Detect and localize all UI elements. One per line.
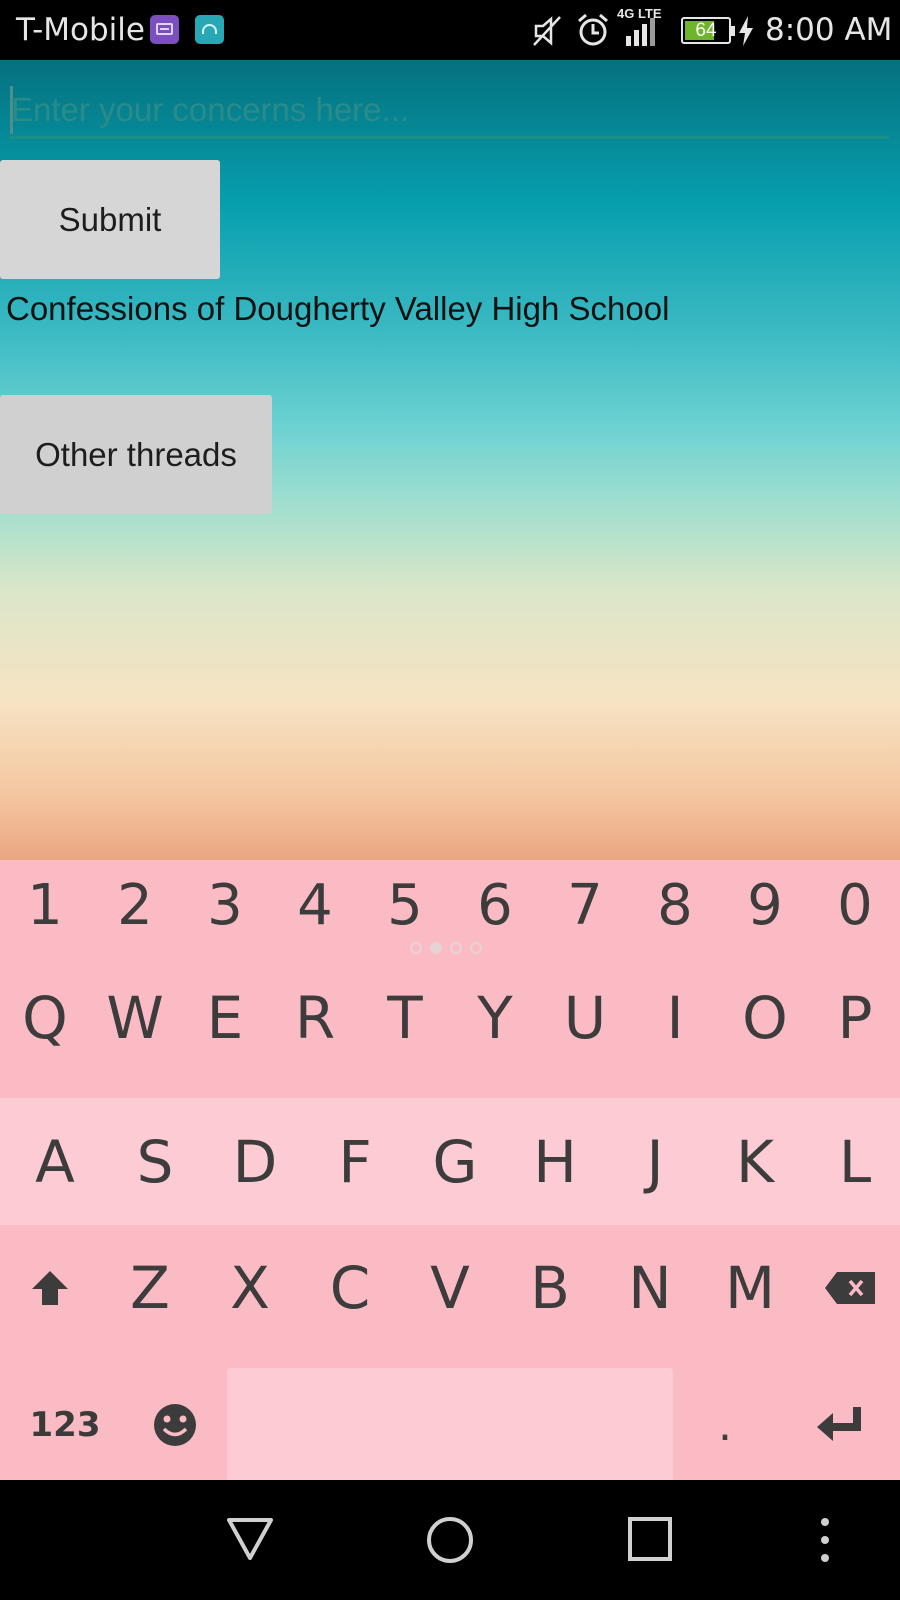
key-t[interactable]: T	[360, 958, 450, 1078]
signal-icon	[626, 18, 655, 46]
recents-icon[interactable]	[626, 1515, 674, 1563]
period-key[interactable]: .	[685, 1370, 765, 1480]
status-bar: T-Mobile 4G LTE 64 8:00 AM	[0, 0, 900, 60]
back-icon[interactable]	[225, 1514, 275, 1564]
key-b[interactable]: B	[500, 1225, 600, 1350]
key-i[interactable]: I	[630, 958, 720, 1078]
app-content: Submit Confessions of Dougherty Valley H…	[0, 60, 900, 860]
key-h[interactable]: H	[505, 1098, 605, 1225]
key-a[interactable]: A	[5, 1098, 105, 1225]
key-6[interactable]: 6	[450, 860, 540, 950]
key-y[interactable]: Y	[450, 958, 540, 1078]
key-z[interactable]: Z	[100, 1225, 200, 1350]
key-m[interactable]: M	[700, 1225, 800, 1350]
page-title: Confessions of Dougherty Valley High Sch…	[6, 290, 670, 327]
key-5[interactable]: 5	[360, 860, 450, 950]
key-9[interactable]: 9	[720, 860, 810, 950]
space-key[interactable]	[227, 1368, 673, 1486]
keyboard-page-indicator	[410, 942, 482, 956]
key-q[interactable]: Q	[0, 958, 90, 1078]
enter-key[interactable]	[795, 1370, 885, 1480]
keyboard-page-dot	[410, 942, 422, 954]
clock: 8:00 AM	[765, 12, 893, 48]
shift-key[interactable]	[10, 1225, 90, 1350]
other-threads-button[interactable]: Other threads	[0, 395, 272, 514]
key-2[interactable]: 2	[90, 860, 180, 950]
key-1[interactable]: 1	[0, 860, 90, 950]
number-row: 1234567890	[0, 860, 900, 950]
submit-button[interactable]: Submit	[0, 160, 220, 279]
backspace-key[interactable]	[810, 1225, 890, 1350]
symbols-key[interactable]: 123	[20, 1370, 110, 1480]
shift-icon	[32, 1270, 68, 1305]
keyboard-page-dot	[450, 942, 462, 954]
bottom-row: 123 .	[0, 1350, 900, 1486]
key-x[interactable]: X	[200, 1225, 300, 1350]
key-f[interactable]: F	[305, 1098, 405, 1225]
letter-row-z: ZXCVBNM	[0, 1225, 900, 1350]
key-4[interactable]: 4	[270, 860, 360, 950]
key-8[interactable]: 8	[630, 860, 720, 950]
android-notification-icon	[195, 15, 224, 44]
concerns-input[interactable]	[9, 83, 889, 139]
key-n[interactable]: N	[600, 1225, 700, 1350]
key-u[interactable]: U	[540, 958, 630, 1078]
key-k[interactable]: K	[705, 1098, 805, 1225]
key-o[interactable]: O	[720, 958, 810, 1078]
emoji-icon	[154, 1404, 196, 1446]
key-l[interactable]: L	[805, 1098, 900, 1225]
battery-icon: 64	[681, 17, 735, 44]
key-e[interactable]: E	[180, 958, 270, 1078]
home-icon[interactable]	[425, 1515, 475, 1565]
battery-level: 64	[695, 20, 717, 41]
text-cursor	[10, 86, 13, 134]
key-3[interactable]: 3	[180, 860, 270, 950]
key-c[interactable]: C	[300, 1225, 400, 1350]
mute-icon	[533, 16, 561, 46]
soft-keyboard: 1234567890 QWERTYUIOP ASDFGHJKL ZXCVBNM …	[0, 860, 900, 1486]
key-0[interactable]: 0	[810, 860, 900, 950]
key-d[interactable]: D	[205, 1098, 305, 1225]
key-j[interactable]: J	[605, 1098, 705, 1225]
carrier-name: T-Mobile	[16, 12, 145, 48]
letter-row-a: ASDFGHJKL	[0, 1098, 900, 1225]
charging-icon	[739, 16, 753, 46]
key-s[interactable]: S	[105, 1098, 205, 1225]
key-v[interactable]: V	[400, 1225, 500, 1350]
key-p[interactable]: P	[810, 958, 900, 1078]
key-7[interactable]: 7	[540, 860, 630, 950]
letter-row-q: QWERTYUIOP	[0, 958, 900, 1078]
backspace-icon	[825, 1271, 875, 1304]
keyboard-notification-icon	[150, 15, 179, 44]
navigation-bar	[0, 1480, 900, 1600]
enter-icon	[817, 1407, 861, 1441]
menu-icon[interactable]	[810, 1516, 840, 1564]
keyboard-page-dot	[430, 942, 442, 954]
emoji-key[interactable]	[135, 1370, 215, 1480]
key-g[interactable]: G	[405, 1098, 505, 1225]
keyboard-page-dot	[470, 942, 482, 954]
key-r[interactable]: R	[270, 958, 360, 1078]
key-w[interactable]: W	[90, 958, 180, 1078]
alarm-icon	[578, 13, 608, 46]
